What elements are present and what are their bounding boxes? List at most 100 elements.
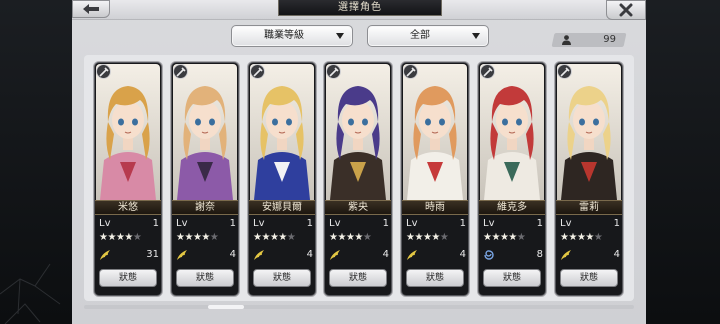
close-icon (619, 3, 633, 17)
level-label: Lv (176, 218, 188, 229)
star-icon: ★ (516, 232, 526, 243)
star-icon: ★ (337, 232, 346, 243)
wing-icon (177, 250, 187, 260)
star-rating: ★★★★★ (99, 232, 142, 243)
star-rating: ★★★★★ (253, 232, 296, 243)
star-icon: ★ (261, 232, 270, 243)
bond-value: 4 (229, 249, 236, 260)
level-value: 1 (459, 218, 466, 229)
bond-row: 4 (176, 247, 236, 263)
character-portrait (96, 64, 160, 200)
level-value: 1 (152, 218, 159, 229)
character-card[interactable]: 謝奈 Lv 1 ★★★★★ 4 狀態 (171, 62, 239, 296)
character-portrait (480, 64, 544, 200)
star-icon: ★ (585, 232, 594, 243)
status-button[interactable]: 狀態 (406, 269, 464, 287)
scope-filter-dropdown[interactable]: 全部 (367, 25, 489, 47)
wing-icon (561, 250, 571, 260)
job-filter-dropdown[interactable]: 職業等級 (231, 25, 353, 47)
swirl-icon (484, 250, 494, 260)
star-icon: ★ (431, 232, 440, 243)
level-label: Lv (483, 218, 495, 229)
star-icon: ★ (568, 232, 577, 243)
status-button[interactable]: 狀態 (253, 269, 311, 287)
star-icon: ★ (132, 232, 142, 243)
status-button[interactable]: 狀態 (483, 269, 541, 287)
character-card[interactable]: 紫央 Lv 1 ★★★★★ 4 狀態 (324, 62, 392, 296)
star-rating: ★★★★★ (406, 232, 449, 243)
weapon-class-icon (173, 64, 188, 79)
star-icon: ★ (184, 232, 193, 243)
star-icon: ★ (209, 232, 219, 243)
character-portrait (403, 64, 467, 200)
status-button[interactable]: 狀態 (99, 269, 157, 287)
scope-filter-label: 全部 (410, 30, 430, 41)
level-row: Lv 1 (406, 218, 466, 230)
bond-value: 8 (536, 249, 543, 260)
weapon-class-icon (480, 64, 495, 79)
character-name: 紫央 (325, 200, 391, 215)
chevron-down-icon (472, 33, 480, 39)
weapon-class-icon (96, 64, 111, 79)
star-icon: ★ (508, 232, 517, 243)
wing-icon (330, 250, 340, 260)
level-value: 1 (229, 218, 236, 229)
bond-row: 31 (99, 247, 159, 263)
bond-row: 8 (483, 247, 543, 263)
status-button[interactable]: 狀態 (329, 269, 387, 287)
character-portrait (557, 64, 621, 200)
weapon-class-icon (250, 64, 265, 79)
star-icon: ★ (286, 232, 296, 243)
character-card[interactable]: 安娜貝爾 Lv 1 ★★★★★ 4 狀態 (248, 62, 316, 296)
bond-value: 31 (146, 249, 159, 260)
bond-value: 4 (382, 249, 389, 260)
left-backdrop (0, 0, 72, 324)
level-label: Lv (406, 218, 418, 229)
star-icon: ★ (354, 232, 363, 243)
character-portrait (173, 64, 237, 200)
level-row: Lv 1 (329, 218, 389, 230)
scrollbar-thumb[interactable] (208, 305, 244, 309)
bond-value: 4 (306, 249, 313, 260)
star-icon: ★ (439, 232, 449, 243)
character-portrait (250, 64, 314, 200)
character-card[interactable]: 雷莉 Lv 1 ★★★★★ 4 狀態 (555, 62, 623, 296)
character-name: 時雨 (402, 200, 468, 215)
character-card[interactable]: 時雨 Lv 1 ★★★★★ 4 狀態 (401, 62, 469, 296)
weapon-class-icon (403, 64, 418, 79)
bond-row: 4 (406, 247, 466, 263)
back-button[interactable] (72, 0, 110, 18)
level-row: Lv 1 (99, 218, 159, 230)
crack-texture (0, 263, 61, 324)
weapon-class-icon (326, 64, 341, 79)
scrollbar-track[interactable] (84, 305, 634, 309)
arrow-left-icon (83, 4, 99, 14)
character-card[interactable]: 米悠 Lv 1 ★★★★★ 31 狀態 (94, 62, 162, 296)
close-button[interactable] (606, 0, 646, 20)
bond-value: 4 (459, 249, 466, 260)
star-icon: ★ (124, 232, 133, 243)
character-card[interactable]: 維克多 Lv 1 ★★★★★ 8 狀態 (478, 62, 546, 296)
weapon-class-icon (557, 64, 572, 79)
person-icon (562, 35, 571, 45)
bond-value: 4 (613, 249, 620, 260)
level-value: 1 (613, 218, 620, 229)
level-value: 1 (306, 218, 313, 229)
bond-row: 4 (329, 247, 389, 263)
level-row: Lv 1 (253, 218, 313, 230)
star-icon: ★ (278, 232, 287, 243)
chevron-down-icon (336, 33, 344, 39)
status-button[interactable]: 狀態 (176, 269, 234, 287)
wing-icon (100, 250, 110, 260)
page-title: 選擇角色 (278, 0, 442, 16)
roster-count-value: 99 (603, 34, 616, 45)
character-name: 維克多 (479, 200, 545, 215)
star-rating: ★★★★★ (483, 232, 526, 243)
level-row: Lv 1 (483, 218, 543, 230)
character-name: 米悠 (95, 200, 161, 215)
star-rating: ★★★★★ (176, 232, 219, 243)
status-button[interactable]: 狀態 (560, 269, 618, 287)
character-name: 安娜貝爾 (249, 200, 315, 215)
level-value: 1 (536, 218, 543, 229)
bond-row: 4 (560, 247, 620, 263)
